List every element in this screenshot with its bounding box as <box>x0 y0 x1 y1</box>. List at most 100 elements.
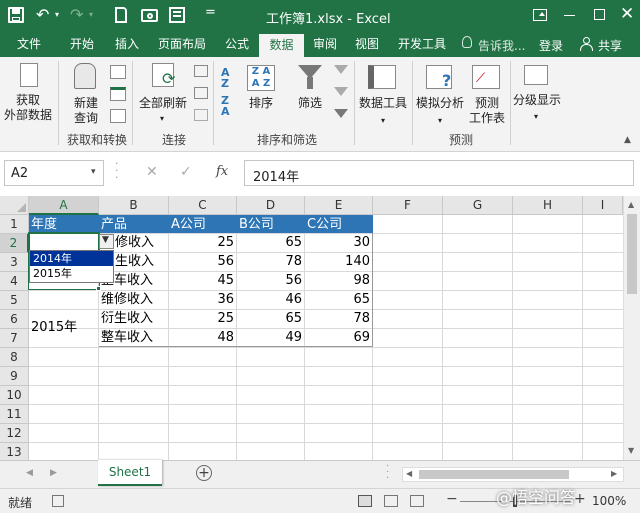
cell-e7[interactable]: 69 <box>305 328 370 347</box>
scroll-down-icon[interactable]: ▼ <box>628 446 634 455</box>
cell-d1[interactable]: B公司 <box>239 215 303 234</box>
close-icon[interactable]: ✕ <box>620 4 634 24</box>
insert-function-icon[interactable]: fx <box>216 164 228 179</box>
clear-filter-icon[interactable] <box>334 65 348 74</box>
show-queries-icon[interactable] <box>110 65 126 79</box>
row-header-3[interactable]: 3 <box>0 253 29 272</box>
cell-e2[interactable]: 30 <box>305 233 370 252</box>
get-external-data-button[interactable]: 获取 外部数据 <box>2 61 54 127</box>
share-button[interactable]: 共享 <box>598 37 622 54</box>
row-header-5[interactable]: 5 <box>0 291 29 310</box>
select-all-corner[interactable] <box>0 196 29 215</box>
cell-d7[interactable]: 49 <box>237 328 302 347</box>
column-header-d[interactable]: D <box>237 196 305 215</box>
page-break-view-icon[interactable] <box>410 495 424 507</box>
tab-formulas[interactable]: 公式 <box>217 32 257 57</box>
column-header-h[interactable]: H <box>513 196 583 215</box>
dropdown-option-2015[interactable]: 2015年 <box>30 266 113 281</box>
from-table-icon[interactable] <box>110 87 126 101</box>
undo-dropdown-icon[interactable]: ▾ <box>55 10 59 19</box>
outline-button[interactable]: 分级显示 ▾ <box>510 61 564 127</box>
row-header-6[interactable]: 6 <box>0 310 29 329</box>
cell-c5[interactable]: 36 <box>169 290 234 309</box>
tab-home[interactable]: 开始 <box>62 32 102 57</box>
row-header-11[interactable]: 11 <box>0 405 29 424</box>
scroll-left-icon[interactable]: ◀ <box>406 469 412 478</box>
undo-icon[interactable]: ↶ <box>36 5 49 25</box>
tab-review[interactable]: 审阅 <box>307 32 343 57</box>
forecast-sheet-button[interactable]: ⟋ 预测 工作表 <box>466 61 508 127</box>
column-header-a[interactable]: A <box>29 196 99 215</box>
cell-b2[interactable]: 修收入 <box>115 233 167 252</box>
camera-icon[interactable] <box>141 9 158 22</box>
row-header-9[interactable]: 9 <box>0 367 29 386</box>
cell-d3[interactable]: 78 <box>237 252 302 271</box>
cell-c1[interactable]: A公司 <box>171 215 235 234</box>
scroll-thumb[interactable] <box>627 214 637 294</box>
tab-view[interactable]: 视图 <box>347 32 387 57</box>
zoom-out-icon[interactable]: − <box>446 491 458 507</box>
row-header-8[interactable]: 8 <box>0 348 29 367</box>
minimize-icon[interactable] <box>564 15 575 16</box>
normal-view-icon[interactable] <box>358 495 372 507</box>
what-if-analysis-button[interactable]: ? 模拟分析 ▾ <box>412 61 468 127</box>
column-header-b[interactable]: B <box>99 196 169 215</box>
cell-c3[interactable]: 56 <box>169 252 234 271</box>
redo-icon[interactable]: ↷ <box>70 5 83 25</box>
row-header-7[interactable]: 7 <box>0 329 29 348</box>
row-header-1[interactable]: 1 <box>0 215 29 234</box>
cell-e6[interactable]: 78 <box>305 309 370 328</box>
column-header-e[interactable]: E <box>305 196 373 215</box>
row-header-4[interactable]: 4 <box>0 272 29 291</box>
column-header-g[interactable]: G <box>443 196 513 215</box>
cell-e1[interactable]: C公司 <box>307 215 371 234</box>
edit-links-icon[interactable] <box>194 109 208 121</box>
tab-file[interactable]: 文件 <box>8 32 50 57</box>
recent-sources-icon[interactable] <box>110 109 126 123</box>
add-sheet-icon[interactable]: + <box>196 465 212 481</box>
cell-d4[interactable]: 56 <box>237 271 302 290</box>
name-box[interactable]: A2 ▾ <box>4 160 104 186</box>
qat-customize-icon[interactable]: = <box>205 5 216 20</box>
tab-page-layout[interactable]: 页面布局 <box>150 32 214 57</box>
tell-me-box[interactable]: 告诉我... <box>478 37 525 54</box>
advanced-filter-icon[interactable] <box>334 109 348 118</box>
save-icon[interactable] <box>8 7 24 23</box>
vertical-scrollbar[interactable]: ▲ ▼ <box>623 196 640 460</box>
cell-d6[interactable]: 65 <box>237 309 302 328</box>
cell-e4[interactable]: 98 <box>305 271 370 290</box>
worksheet-grid[interactable]: A B C D E F G H I 1 2 3 4 5 6 7 8 9 10 1… <box>0 196 640 460</box>
cell-e5[interactable]: 65 <box>305 290 370 309</box>
cell-c7[interactable]: 48 <box>169 328 234 347</box>
row-header-10[interactable]: 10 <box>0 386 29 405</box>
collapse-ribbon-icon[interactable]: ▲ <box>624 135 631 145</box>
ribbon-display-options-icon[interactable] <box>533 9 547 21</box>
validation-dropdown-button[interactable]: ▼ <box>99 234 114 249</box>
cell-e3[interactable]: 140 <box>305 252 370 271</box>
h-scroll-thumb[interactable] <box>419 470 569 479</box>
maximize-icon[interactable] <box>594 9 605 20</box>
cell-c2[interactable]: 25 <box>169 233 234 252</box>
reapply-icon[interactable] <box>334 87 348 96</box>
cell-d5[interactable]: 46 <box>237 290 302 309</box>
column-header-c[interactable]: C <box>169 196 237 215</box>
scroll-up-icon[interactable]: ▲ <box>628 200 634 209</box>
scroll-right-icon[interactable]: ▶ <box>611 469 617 478</box>
formula-input[interactable]: 2014年 <box>244 160 634 186</box>
sheet-tab-sheet1[interactable]: Sheet1 <box>98 460 162 486</box>
row-header-2[interactable]: 2 <box>0 234 29 253</box>
cell-b7[interactable]: 整车收入 <box>101 328 167 347</box>
horizontal-scrollbar[interactable]: ◀ ▶ <box>402 467 624 482</box>
page-layout-view-icon[interactable] <box>384 495 398 507</box>
cell-d2[interactable]: 65 <box>237 233 302 252</box>
cancel-entry-icon[interactable]: ✕ <box>146 164 158 180</box>
new-file-icon[interactable] <box>115 7 127 23</box>
connections-icon[interactable] <box>194 65 208 77</box>
row-header-12[interactable]: 12 <box>0 424 29 443</box>
sort-button[interactable]: Z AA Z 排序 <box>242 61 280 127</box>
cell-b1[interactable]: 产品 <box>101 215 167 234</box>
sort-descending-icon[interactable]: ZA <box>221 95 230 117</box>
refresh-all-button[interactable]: ⟳ 全部刷新 ▾ <box>136 61 190 127</box>
data-tools-button[interactable]: 数据工具 ▾ <box>356 61 410 127</box>
cell-b6[interactable]: 衍生收入 <box>101 309 167 328</box>
